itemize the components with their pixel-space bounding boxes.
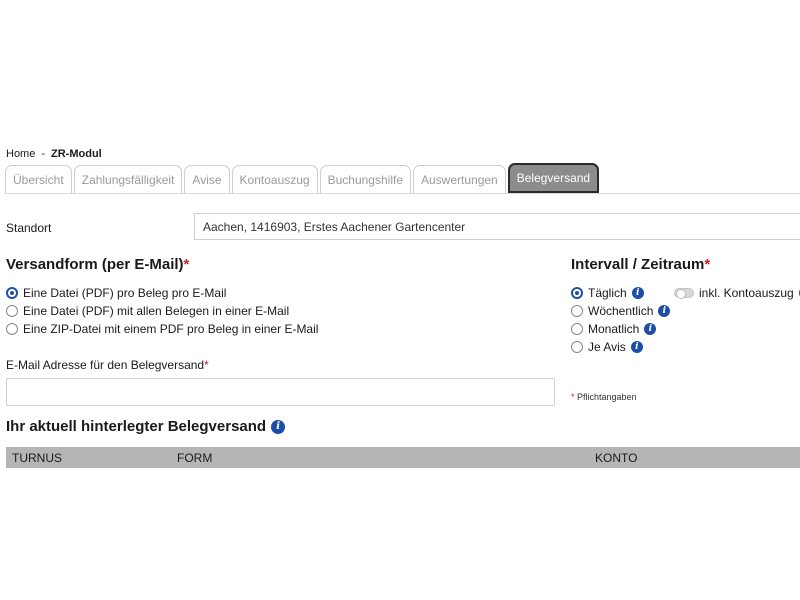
tab-auswertungen[interactable]: Auswertungen [413, 165, 506, 193]
column-header-turnus[interactable]: TURNUS [12, 451, 62, 465]
table-header: TURNUS FORM KONTO [6, 447, 800, 468]
intervall-option-je-avis[interactable]: Je Avis i [571, 340, 643, 354]
info-icon[interactable]: i [644, 323, 657, 335]
required-mark: * [204, 358, 209, 372]
intervall-option-woechentlich[interactable]: Wöchentlich i [571, 304, 671, 318]
intervall-option-label: Monatlich [588, 322, 640, 336]
intervall-option-label: Täglich [588, 286, 627, 300]
info-icon[interactable]: i [630, 341, 643, 353]
versandform-option-label: Eine Datei (PDF) pro Beleg pro E-Mail [23, 286, 227, 300]
versandform-option-label: Eine ZIP-Datei mit einem PDF pro Beleg i… [23, 322, 319, 336]
breadcrumb-home[interactable]: Home [6, 148, 35, 160]
tab-buchungshilfe[interactable]: Buchungshilfe [319, 165, 411, 193]
intervall-option-taeglich[interactable]: Täglich i [571, 286, 644, 300]
column-header-konto[interactable]: KONTO [595, 451, 637, 465]
versandform-option-2[interactable]: Eine Datei (PDF) mit allen Belegen in ei… [6, 304, 289, 318]
kontoauszug-toggle[interactable] [674, 288, 694, 299]
email-label: E-Mail Adresse für den Belegversand* [6, 358, 209, 372]
standort-value: Aachen, 1416903, Erstes Aachener Gartenc… [203, 219, 466, 234]
breadcrumb-current: ZR-Modul [51, 148, 102, 160]
intervall-option-label: Wöchentlich [588, 304, 654, 318]
radio-button[interactable] [571, 341, 583, 353]
versandform-option-3[interactable]: Eine ZIP-Datei mit einem PDF pro Beleg i… [6, 322, 318, 336]
radio-button[interactable] [6, 323, 18, 335]
standort-select[interactable]: Aachen, 1416903, Erstes Aachener Gartenc… [194, 213, 800, 240]
intervall-heading: Intervall / Zeitraum* [571, 256, 710, 273]
email-label-text: E-Mail Adresse für den Belegversand [6, 358, 205, 372]
radio-button[interactable] [571, 305, 583, 317]
info-icon[interactable]: i [658, 305, 671, 317]
versandform-option-label: Eine Datei (PDF) mit allen Belegen in ei… [23, 304, 290, 318]
kontoauszug-toggle-row[interactable]: inkl. Kontoauszug i [674, 286, 800, 300]
info-icon[interactable]: i [631, 287, 644, 299]
versandform-title: Versandform (per E-Mail) [6, 256, 184, 273]
tab-uebersicht[interactable]: Übersicht [5, 165, 72, 193]
column-header-form[interactable]: FORM [177, 451, 212, 465]
breadcrumb-separator: - [41, 148, 46, 160]
tab-kontoauszug[interactable]: Kontoauszug [231, 165, 318, 193]
intervall-title: Intervall / Zeitraum [571, 256, 705, 273]
pflichtangaben-text: Pflichtangaben [577, 392, 637, 402]
radio-button[interactable] [6, 305, 18, 317]
intervall-option-label: Je Avis [588, 340, 626, 354]
required-mark: * [571, 392, 575, 402]
info-icon[interactable]: i [271, 419, 286, 434]
radio-button[interactable] [571, 323, 583, 335]
tab-avise[interactable]: Avise [184, 165, 230, 193]
tab-bar: Übersicht Zahlungsfälligkeit Avise Konto… [5, 163, 800, 194]
required-mark: * [183, 256, 190, 273]
pflichtangaben-note: * Pflichtangaben [571, 392, 637, 402]
kontoauszug-toggle-label: inkl. Kontoauszug [699, 286, 794, 300]
tab-belegversand[interactable]: Belegversand [507, 163, 600, 193]
tab-zahlungsfaelligkeit[interactable]: Zahlungsfälligkeit [73, 165, 183, 193]
required-mark: * [704, 256, 711, 273]
radio-button[interactable] [571, 287, 583, 299]
intervall-option-monatlich[interactable]: Monatlich i [571, 322, 657, 336]
radio-button[interactable] [6, 287, 18, 299]
versandform-option-1[interactable]: Eine Datei (PDF) pro Beleg pro E-Mail [6, 286, 226, 300]
versandform-heading: Versandform (per E-Mail)* [6, 256, 189, 273]
standort-label: Standort [6, 221, 52, 235]
email-input[interactable] [6, 378, 555, 406]
hinterlegt-heading: Ihr aktuell hinterlegter Belegversand i [6, 418, 286, 435]
hinterlegt-title: Ihr aktuell hinterlegter Belegversand [6, 418, 267, 435]
breadcrumb: Home - ZR-Modul [6, 148, 102, 160]
